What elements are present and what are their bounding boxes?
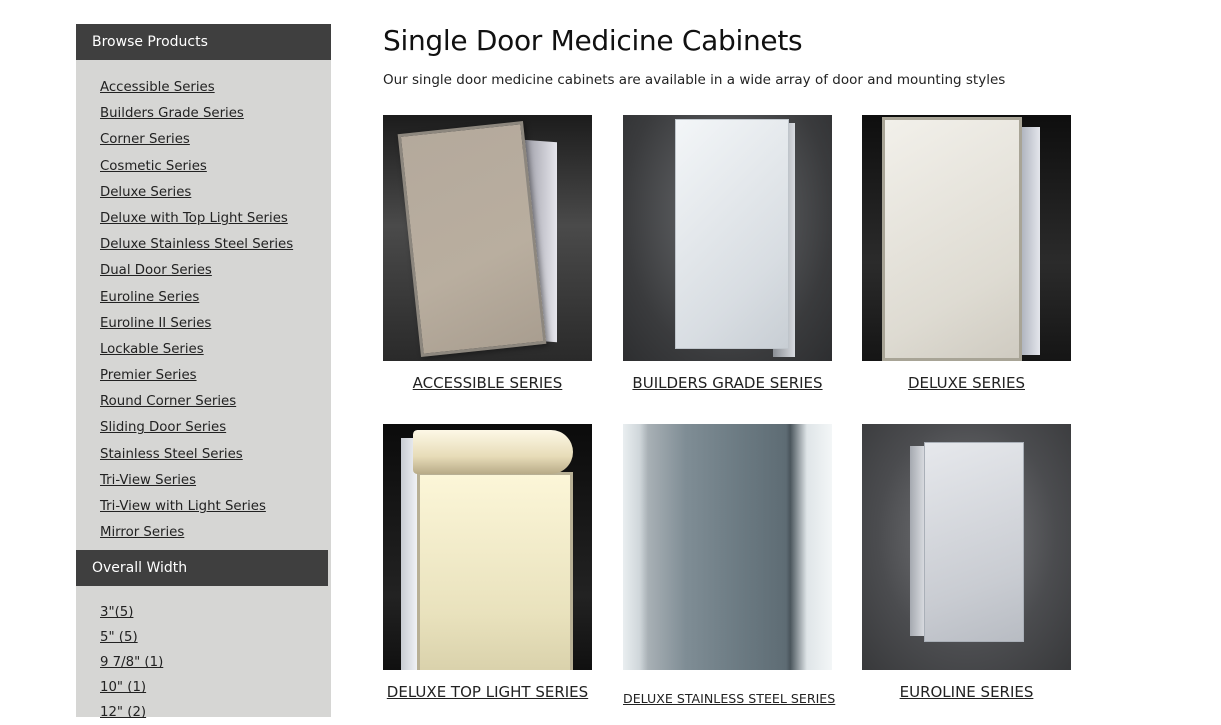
- product-card-deluxe-top-light: DELUXE TOP LIGHT SERIES: [383, 424, 592, 701]
- width-filter-link[interactable]: 9 7/8" (1): [100, 655, 163, 670]
- list-item: 12" (2): [100, 700, 331, 725]
- list-item: Euroline Series: [100, 285, 331, 311]
- list-item: 5" (5): [100, 625, 331, 650]
- list-item: Mirror Series: [100, 520, 331, 546]
- list-item: Accessible Series: [100, 75, 331, 101]
- product-image-deluxe[interactable]: [862, 115, 1071, 361]
- list-item: Cosmetic Series: [100, 154, 331, 180]
- product-image-deluxe-top-light[interactable]: [383, 424, 592, 670]
- sidebar-link-builders-grade[interactable]: Builders Grade Series: [100, 106, 244, 121]
- sidebar-link-tri-view-light[interactable]: Tri-View with Light Series: [100, 499, 266, 514]
- list-item: Builders Grade Series: [100, 101, 331, 127]
- sidebar-link-deluxe-top-light[interactable]: Deluxe with Top Light Series: [100, 211, 288, 226]
- page-title: Single Door Medicine Cabinets: [383, 24, 803, 57]
- sidebar-link-cosmetic[interactable]: Cosmetic Series: [100, 159, 207, 174]
- sidebar-link-lockable[interactable]: Lockable Series: [100, 342, 204, 357]
- sidebar-link-tri-view[interactable]: Tri-View Series: [100, 473, 196, 488]
- list-item: Lockable Series: [100, 337, 331, 363]
- product-image-euroline[interactable]: [862, 424, 1071, 670]
- list-item: Premier Series: [100, 363, 331, 389]
- sidebar-link-deluxe-stainless[interactable]: Deluxe Stainless Steel Series: [100, 237, 293, 252]
- list-item: Dual Door Series: [100, 258, 331, 284]
- width-filter-link[interactable]: 10" (1): [100, 680, 146, 695]
- sidebar-link-euroline-ii[interactable]: Euroline II Series: [100, 316, 211, 331]
- width-filter-link[interactable]: 5" (5): [100, 630, 138, 645]
- sidebar: Browse Products Accessible Series Builde…: [76, 24, 331, 720]
- list-item: Corner Series: [100, 127, 331, 153]
- list-item: Stainless Steel Series: [100, 442, 331, 468]
- product-link-euroline[interactable]: EUROLINE SERIES: [862, 683, 1071, 701]
- product-card-builders-grade: BUILDERS GRADE SERIES: [623, 115, 832, 392]
- list-item: Deluxe with Top Light Series: [100, 206, 331, 232]
- sidebar-link-euroline[interactable]: Euroline Series: [100, 290, 199, 305]
- product-card-deluxe-stainless: DELUXE STAINLESS STEEL SERIES: [623, 424, 835, 706]
- list-item: Tri-View Series: [100, 468, 331, 494]
- product-link-builders-grade[interactable]: BUILDERS GRADE SERIES: [623, 374, 832, 392]
- list-item: 9 7/8" (1): [100, 650, 331, 675]
- product-image-deluxe-stainless[interactable]: [623, 424, 832, 670]
- product-link-deluxe[interactable]: DELUXE SERIES: [862, 374, 1071, 392]
- overall-width-list: 3"(5) 5" (5) 9 7/8" (1) 10" (1) 12" (2): [76, 586, 331, 725]
- sidebar-link-sliding-door[interactable]: Sliding Door Series: [100, 420, 226, 435]
- browse-products-list: Accessible Series Builders Grade Series …: [76, 60, 331, 546]
- sidebar-link-mirror[interactable]: Mirror Series: [100, 525, 184, 540]
- product-link-deluxe-stainless[interactable]: DELUXE STAINLESS STEEL SERIES: [623, 691, 835, 706]
- list-item: Euroline II Series: [100, 311, 331, 337]
- width-filter-link[interactable]: 12" (2): [100, 705, 146, 720]
- sidebar-link-deluxe[interactable]: Deluxe Series: [100, 185, 191, 200]
- browse-products-header: Browse Products: [76, 24, 331, 60]
- width-filter-link[interactable]: 3"(5): [100, 605, 133, 620]
- page-description: Our single door medicine cabinets are av…: [383, 72, 1006, 88]
- list-item: 10" (1): [100, 675, 331, 700]
- product-card-euroline: EUROLINE SERIES: [862, 424, 1071, 701]
- list-item: Deluxe Stainless Steel Series: [100, 232, 331, 258]
- list-item: Round Corner Series: [100, 389, 331, 415]
- sidebar-link-premier[interactable]: Premier Series: [100, 368, 197, 383]
- product-card-deluxe: DELUXE SERIES: [862, 115, 1071, 392]
- sidebar-link-stainless-steel[interactable]: Stainless Steel Series: [100, 447, 243, 462]
- product-image-accessible[interactable]: [383, 115, 592, 361]
- list-item: Tri-View with Light Series: [100, 494, 331, 520]
- sidebar-link-round-corner[interactable]: Round Corner Series: [100, 394, 236, 409]
- list-item: Deluxe Series: [100, 180, 331, 206]
- product-image-builders-grade[interactable]: [623, 115, 832, 361]
- product-link-deluxe-top-light[interactable]: DELUXE TOP LIGHT SERIES: [383, 683, 592, 701]
- list-item: Sliding Door Series: [100, 415, 331, 441]
- sidebar-link-dual-door[interactable]: Dual Door Series: [100, 263, 212, 278]
- sidebar-link-corner[interactable]: Corner Series: [100, 132, 190, 147]
- product-card-accessible: ACCESSIBLE SERIES: [383, 115, 592, 392]
- overall-width-header: Overall Width: [76, 550, 328, 587]
- list-item: 3"(5): [100, 600, 331, 625]
- product-link-accessible[interactable]: ACCESSIBLE SERIES: [383, 374, 592, 392]
- sidebar-link-accessible[interactable]: Accessible Series: [100, 80, 215, 95]
